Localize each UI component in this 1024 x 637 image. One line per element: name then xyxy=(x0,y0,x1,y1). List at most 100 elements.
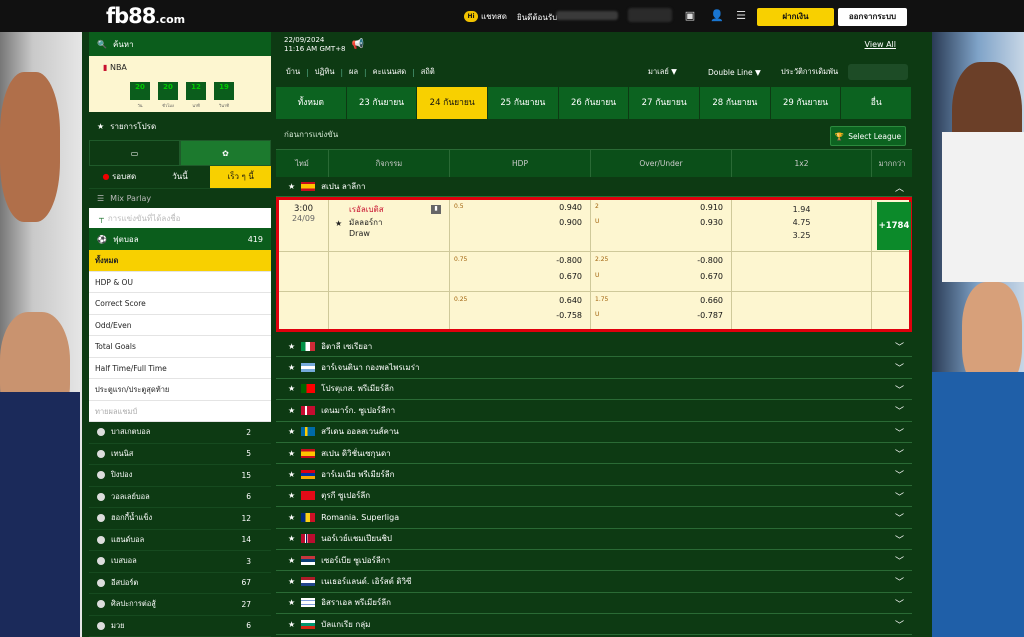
deposit-button[interactable]: ฝากเงิน xyxy=(757,8,834,26)
sport-football[interactable]: ⚽ ฟุตบอล 419 xyxy=(89,228,271,250)
star-icon[interactable]: ★ xyxy=(288,491,295,500)
menu-first-last-goal[interactable]: ประตูแรก/ประตูสุดท้าย xyxy=(89,379,271,401)
menu-outright[interactable]: ทายผลแชมป์ xyxy=(89,401,271,422)
star-icon[interactable]: ★ xyxy=(288,513,295,522)
live-chat-link[interactable]: Hi แชทสด xyxy=(464,10,507,23)
logout-button[interactable]: ออกจากระบบ xyxy=(838,8,907,26)
tab-date-active[interactable]: 24 กันยายน xyxy=(417,87,489,119)
sport-item[interactable]: วอลเลย์บอล 6 xyxy=(89,487,271,508)
chevron-down-icon[interactable]: ﹀ xyxy=(895,404,904,417)
chevron-down-icon[interactable]: ﹀ xyxy=(895,383,904,396)
league-row[interactable]: ★ อาร์เจนตินา กองพลไพรเมร่า ﹀ xyxy=(276,357,912,379)
ou-cell[interactable]: 2.25 U -0.800 0.670 xyxy=(591,252,732,291)
star-icon[interactable]: ★ xyxy=(288,556,295,565)
menu-correct-score[interactable]: Correct Score xyxy=(89,293,271,315)
hdp-cell[interactable]: 0.75 -0.800 0.670 xyxy=(450,252,591,291)
star-icon[interactable]: ★ xyxy=(288,182,295,191)
announcement-icon[interactable]: 📢 xyxy=(352,39,364,50)
menu-all[interactable]: ทั้งหมด xyxy=(89,250,271,272)
sport-item[interactable]: ปิงปอง 15 xyxy=(89,465,271,487)
sport-item[interactable]: เบสบอล 3 xyxy=(89,551,271,573)
menu-total-goals[interactable]: Total Goals xyxy=(89,336,271,358)
sport-item[interactable]: ศิลปะการต่อสู้ 27 xyxy=(89,594,271,616)
chevron-down-icon[interactable]: ﹀ xyxy=(895,426,904,439)
star-icon[interactable]: ★ xyxy=(288,598,295,607)
logo[interactable]: fb88.com xyxy=(106,4,185,28)
user-icon[interactable]: 👤 xyxy=(710,9,724,22)
odds-type-select[interactable]: มาเลย์ ▼ xyxy=(648,66,677,78)
favorites-tab[interactable]: ✿ xyxy=(180,140,271,166)
star-icon[interactable]: ★ xyxy=(288,384,295,393)
hdp-cell[interactable]: 0.25 0.640 -0.758 xyxy=(450,292,591,329)
tab-early[interactable]: เร็ว ๆ นี้ xyxy=(210,166,272,188)
chevron-down-icon[interactable]: ﹀ xyxy=(895,511,904,524)
tab-today[interactable]: วันนี้ xyxy=(149,166,211,188)
league-row[interactable]: ★ อิตาลี เซเรียอา ﹀ xyxy=(276,336,912,358)
nav-home[interactable]: บ้าน xyxy=(286,66,300,78)
sport-item[interactable]: บาสเกตบอล 2 xyxy=(89,422,271,444)
league-row[interactable]: ★ เดนมาร์ก. ซูเปอร์ลีกา ﹀ xyxy=(276,400,912,422)
star-icon[interactable]: ★ xyxy=(288,427,295,436)
stats-icon[interactable]: ▮ xyxy=(431,205,441,214)
tab-date[interactable]: 27 กันยายน xyxy=(629,87,701,119)
more-markets-button[interactable]: +1784 xyxy=(877,202,911,250)
star-icon[interactable]: ★ xyxy=(288,577,295,586)
subscribed-events[interactable]: ┬ การแข่งขันที่ได้ลงชื่อ xyxy=(89,208,271,228)
ou-cell[interactable]: 2 U 0.910 0.930 xyxy=(591,200,732,251)
select-league-button[interactable]: 🏆 Select League xyxy=(830,126,906,146)
search-bar[interactable]: 🔍 ค้นหา xyxy=(89,32,271,56)
star-icon[interactable]: ★ xyxy=(288,534,295,543)
league-row[interactable]: ★ สเปน ดิวิชั่นเซกุนดา ﹀ xyxy=(276,443,912,465)
star-icon[interactable]: ★ xyxy=(288,363,295,372)
league-row[interactable]: ★ Romania. Superliga ﹀ xyxy=(276,507,912,529)
nav-calendar[interactable]: ปฏิทิน xyxy=(315,66,335,78)
ou-cell[interactable]: 1.75 U 0.660 -0.787 xyxy=(591,292,732,329)
menu-odd-even[interactable]: Odd/Even xyxy=(89,315,271,336)
sport-item[interactable]: ฮอกกี้น้ำแข็ง 12 xyxy=(89,508,271,530)
tab-live[interactable]: ● รอบสด xyxy=(89,166,150,188)
league-row[interactable]: ★ บัลแกเรีย กลุ่ม ﹀ xyxy=(276,614,912,636)
tab-date[interactable]: 29 กันยายน xyxy=(770,87,842,119)
promo-icon[interactable]: ▣ xyxy=(683,9,697,22)
star-icon[interactable]: ★ xyxy=(288,449,295,458)
star-icon[interactable]: ★ xyxy=(288,470,295,479)
chevron-down-icon[interactable]: ﹀ xyxy=(895,490,904,503)
tab-date[interactable]: 25 กันยายน xyxy=(488,87,559,119)
star-icon[interactable]: ★ xyxy=(335,219,342,228)
chevron-down-icon[interactable]: ﹀ xyxy=(895,447,904,460)
league-row[interactable]: ★ อาร์เมเนีย พรีเมียร์ลีก ﹀ xyxy=(276,464,912,486)
star-icon[interactable]: ★ xyxy=(288,406,295,415)
sport-item[interactable]: เทนนิส 5 xyxy=(89,444,271,465)
league-row[interactable]: ★ เซอร์เบีย ซูเปอร์ลีกา ﹀ xyxy=(276,550,912,572)
tab-date[interactable]: 28 กันยายน xyxy=(700,87,771,119)
chevron-down-icon[interactable]: ﹀ xyxy=(895,468,904,481)
view-all-link[interactable]: View All xyxy=(865,40,896,49)
league-row[interactable]: ★ สวีเดน ออลสเวนส์คาน ﹀ xyxy=(276,422,912,443)
tab-all-dates[interactable]: ทั้งหมด xyxy=(276,87,347,119)
sport-item[interactable]: มวย 6 xyxy=(89,616,271,637)
menu-ht-ft[interactable]: Half Time/Full Time xyxy=(89,358,271,379)
chevron-down-icon[interactable]: ﹀ xyxy=(895,533,904,546)
tab-other[interactable]: อื่น xyxy=(841,87,913,119)
nav-live-score[interactable]: คะแนนสด xyxy=(373,66,407,78)
chevron-down-icon[interactable]: ﹀ xyxy=(895,554,904,567)
menu-hdp-ou[interactable]: HDP & OU xyxy=(89,272,271,293)
1x2-cell[interactable]: 1.94 4.75 3.25 xyxy=(732,200,872,251)
bet-slip-tab[interactable]: ▭ xyxy=(89,140,180,166)
league-row[interactable]: ★ โปรตุเกส. พรีเมียร์ลีก ﹀ xyxy=(276,379,912,401)
star-icon[interactable]: ★ xyxy=(288,342,295,351)
my-program[interactable]: ★ รายการโปรด xyxy=(89,112,271,140)
nav-results[interactable]: ผล xyxy=(349,66,358,78)
chevron-down-icon[interactable]: ﹀ xyxy=(895,340,904,353)
league-row[interactable]: ★ เนเธอร์แลนด์. เอิร์สต์ ดิวิซี ﹀ xyxy=(276,571,912,593)
chevron-down-icon[interactable]: ﹀ xyxy=(895,575,904,588)
sport-item[interactable]: อีสปอร์ต 67 xyxy=(89,573,271,594)
checklist-icon[interactable]: ☰ xyxy=(734,9,748,22)
chevron-down-icon[interactable]: ﹀ xyxy=(895,597,904,610)
nba-countdown-card[interactable]: ▮ NBA 20 20 12 19 วัน ชั่วโมง นาที วินาท… xyxy=(89,56,271,112)
mix-parlay[interactable]: ☰ Mix Parlay xyxy=(89,188,271,208)
sport-item[interactable]: แฮนด์บอล 14 xyxy=(89,530,271,551)
league-row[interactable]: ★ อิสราเอล พรีเมียร์ลีก ﹀ xyxy=(276,593,912,615)
tab-date[interactable]: 26 กันยายน xyxy=(558,87,630,119)
bet-history-link[interactable]: ประวัติการเดิมพัน xyxy=(781,66,838,78)
